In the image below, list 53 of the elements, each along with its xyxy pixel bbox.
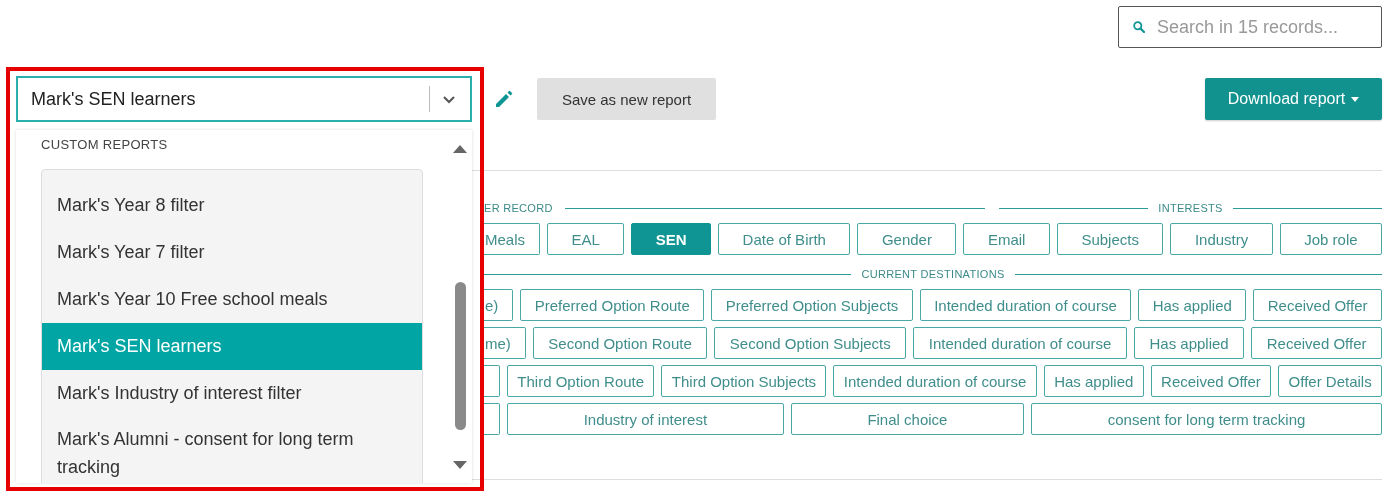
field-chip[interactable]: Intended duration of course: [833, 365, 1037, 397]
field-chip[interactable]: Industry: [1170, 223, 1273, 255]
search-field[interactable]: Search in 15 records...: [1118, 6, 1382, 48]
field-chip[interactable]: Third Option Subjects: [661, 365, 827, 397]
field-chip[interactable]: me): [484, 327, 526, 359]
field-chip[interactable]: SEN: [631, 223, 712, 255]
section-heading: INTERESTS: [1158, 202, 1223, 214]
section-heading: ER RECORD: [484, 202, 553, 214]
field-chip[interactable]: Has applied: [1138, 289, 1247, 321]
download-report-button[interactable]: Download report: [1205, 78, 1382, 120]
field-chip[interactable]: Has applied: [1133, 327, 1245, 359]
field-chip[interactable]: consent for long term tracking: [1031, 403, 1382, 435]
field-chip[interactable]: Job role: [1279, 223, 1383, 255]
field-chip[interactable]: Intended duration of course: [919, 289, 1132, 321]
report-option[interactable]: Mark's Industry of interest filter: [42, 370, 422, 417]
field-chip[interactable]: Gender: [857, 223, 957, 255]
report-option[interactable]: Mark's Year 8 filter: [42, 182, 422, 229]
report-option[interactable]: Mark's Year 7 filter: [42, 229, 422, 276]
field-chip[interactable]: Received Offer: [1253, 289, 1382, 321]
pencil-icon[interactable]: [494, 89, 514, 109]
field-chip[interactable]: Preferred Option Route: [520, 289, 705, 321]
scroll-up-icon[interactable]: [453, 145, 467, 153]
field-chip[interactable]: EAL: [547, 223, 625, 255]
scroll-down-icon[interactable]: [453, 461, 467, 469]
field-chip[interactable]: Date of Birth: [718, 223, 851, 255]
field-chip[interactable]: Received Offer: [1150, 365, 1272, 397]
field-chip[interactable]: e): [484, 289, 514, 321]
report-option[interactable]: Mark's Year 10 Free school meals: [42, 276, 422, 323]
search-icon: [1133, 21, 1145, 33]
field-chip[interactable]: Email: [963, 223, 1050, 255]
field-chip[interactable]: Industry of interest: [507, 403, 784, 435]
chip-fragment[interactable]: [484, 365, 500, 397]
scrollbar-thumb[interactable]: [455, 282, 466, 430]
report-option[interactable]: Mark's SEN learners: [42, 323, 422, 370]
field-chip[interactable]: Final choice: [790, 403, 1025, 435]
field-chip[interactable]: Third Option Route: [507, 365, 655, 397]
caret-icon: [1351, 96, 1360, 102]
chevron-down-icon: [442, 94, 456, 104]
section-heading: CURRENT DESTINATIONS: [861, 268, 1005, 280]
field-chip[interactable]: Offer Details: [1278, 365, 1383, 397]
field-chip[interactable]: Received Offer: [1251, 327, 1382, 359]
group-heading: CUSTOM REPORTS: [41, 137, 168, 152]
report-select[interactable]: Mark's SEN learners: [16, 76, 472, 122]
field-chip[interactable]: Subjects: [1056, 223, 1164, 255]
field-chip[interactable]: Has applied: [1043, 365, 1144, 397]
field-chip[interactable]: Preferred Option Subjects: [711, 289, 913, 321]
save-as-new-report-button[interactable]: Save as new report: [537, 78, 716, 120]
field-chip[interactable]: Meals: [484, 223, 540, 255]
field-chip[interactable]: Second Option Subjects: [714, 327, 907, 359]
report-option[interactable]: Mark's Alumni - consent for long term tracking: [42, 417, 422, 481]
field-chip[interactable]: Second Option Route: [532, 327, 708, 359]
chip-fragment[interactable]: [484, 403, 500, 435]
field-chip[interactable]: Intended duration of course: [913, 327, 1127, 359]
